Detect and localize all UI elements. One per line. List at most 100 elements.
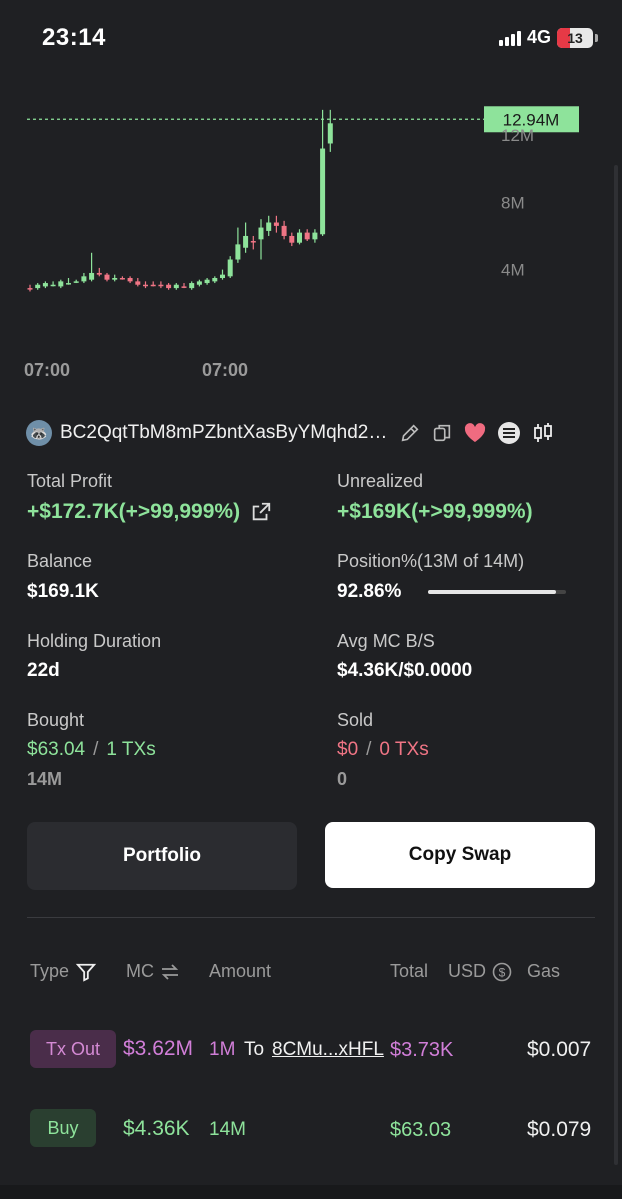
candle-body bbox=[27, 288, 33, 290]
sold-amount: 0 bbox=[337, 769, 348, 789]
col-usd[interactable]: USD $ bbox=[448, 961, 512, 982]
col-total: Total bbox=[390, 961, 428, 982]
type-badge-tx-out: Tx Out bbox=[30, 1030, 116, 1068]
col-mc-label: MC bbox=[126, 961, 154, 981]
divider bbox=[27, 917, 595, 918]
unrealized-label: Unrealized bbox=[337, 471, 424, 491]
copy-icon[interactable] bbox=[431, 422, 453, 444]
battery-icon: 13 bbox=[557, 27, 593, 48]
bought-usd: $63.04 bbox=[27, 739, 86, 760]
dollar-circle-icon[interactable]: $ bbox=[492, 962, 512, 982]
svg-text:$: $ bbox=[499, 965, 506, 979]
wallet-row: 🦝 BC2QqtTbM8mPZbntXasByYMqhd2… bbox=[26, 420, 555, 446]
row-to-label: To bbox=[244, 1039, 265, 1060]
position-progress bbox=[428, 590, 566, 594]
portfolio-button[interactable]: Portfolio bbox=[27, 822, 297, 890]
position-label: Position%(13M of 14M) bbox=[337, 551, 525, 571]
candle-body bbox=[289, 235, 295, 243]
sold-label: Sold bbox=[337, 710, 374, 730]
candle-body bbox=[273, 222, 279, 226]
avatar[interactable]: 🦝 bbox=[26, 420, 52, 446]
edit-icon[interactable] bbox=[399, 422, 421, 444]
position-value: 92.86% bbox=[337, 581, 402, 602]
row-mc: $4.36K bbox=[123, 1117, 190, 1140]
y-tick-label: 4M bbox=[501, 261, 525, 280]
copy-swap-button[interactable]: Copy Swap bbox=[325, 822, 595, 888]
col-total-label: Total bbox=[390, 961, 429, 981]
candle-body bbox=[212, 278, 218, 282]
candle-body bbox=[173, 284, 179, 289]
candle-body bbox=[104, 274, 110, 280]
col-amount-label: Amount bbox=[209, 961, 272, 981]
candle-body bbox=[204, 279, 210, 284]
battery-level: 13 bbox=[567, 29, 583, 46]
row-to-address[interactable]: 8CMu...xHFL bbox=[272, 1039, 384, 1061]
candle-body bbox=[166, 284, 172, 289]
candle-body bbox=[119, 278, 125, 280]
candle-body bbox=[196, 281, 202, 285]
y-tick-label: 8M bbox=[501, 193, 525, 212]
type-badge-buy: Buy bbox=[30, 1109, 96, 1147]
sold-txs: 0 TXs bbox=[379, 739, 429, 760]
candle-body bbox=[297, 232, 302, 243]
unrealized-value: +$169K(+>99,999%) bbox=[337, 500, 533, 523]
candle-body bbox=[89, 272, 95, 280]
col-amount: Amount bbox=[209, 961, 271, 982]
share-icon[interactable] bbox=[250, 501, 272, 523]
total-profit-value: +$172.7K(+>99,999%) bbox=[27, 500, 241, 523]
candle-body bbox=[235, 244, 241, 260]
avg-mc-value: $4.36K/$0.0000 bbox=[337, 660, 473, 681]
heart-icon[interactable] bbox=[463, 422, 487, 444]
candle-body bbox=[127, 278, 133, 282]
candle-body bbox=[143, 284, 148, 287]
position-progress-fill bbox=[428, 590, 557, 594]
col-gas: Gas bbox=[527, 961, 560, 982]
candlestick-icon[interactable] bbox=[531, 421, 555, 445]
candle-body bbox=[73, 281, 79, 283]
separator: / bbox=[366, 739, 372, 760]
row-amount: 1M bbox=[209, 1039, 236, 1060]
network-type: 4G bbox=[526, 27, 551, 47]
col-gas-label: Gas bbox=[527, 961, 561, 981]
row-gas: $0.007 bbox=[527, 1038, 592, 1061]
candle-body bbox=[320, 148, 326, 235]
candle-body bbox=[135, 281, 141, 285]
status-time: 23:14 bbox=[42, 24, 106, 51]
candles-group bbox=[27, 109, 333, 292]
row-total: $63.03 bbox=[390, 1119, 452, 1141]
balance-label: Balance bbox=[27, 551, 93, 571]
candle-body bbox=[266, 222, 272, 231]
col-mc[interactable]: MC bbox=[126, 961, 180, 982]
candle-body bbox=[281, 225, 287, 236]
candle-body bbox=[258, 227, 264, 240]
col-type[interactable]: Type bbox=[30, 961, 97, 982]
candle-body bbox=[96, 272, 102, 275]
solana-icon bbox=[498, 422, 521, 444]
candle-body bbox=[250, 241, 256, 243]
swap-arrows-icon[interactable] bbox=[160, 963, 180, 981]
filter-icon[interactable] bbox=[75, 962, 97, 982]
holding-duration-label: Holding Duration bbox=[27, 631, 162, 651]
row-amount: 14M bbox=[209, 1119, 246, 1140]
wallet-address[interactable]: BC2QqtTbM8mPZbntXasByYMqhd2… bbox=[60, 422, 387, 444]
candle-body bbox=[158, 284, 164, 287]
candle-body bbox=[81, 276, 87, 282]
status-indicators: 4G 13 bbox=[498, 27, 598, 48]
price-chart[interactable]: 12.94M 12M 8M 4M 07:00 07:00 bbox=[0, 80, 622, 390]
balance-value: $169.1K bbox=[27, 581, 99, 602]
sold-usd: $0 bbox=[337, 739, 359, 760]
candle-body bbox=[112, 278, 118, 280]
total-profit-label: Total Profit bbox=[27, 471, 113, 491]
row-mc: $3.62M bbox=[123, 1037, 194, 1060]
candle-body bbox=[42, 283, 48, 287]
bought-label: Bought bbox=[27, 710, 85, 730]
bought-txs: 1 TXs bbox=[106, 739, 156, 760]
candle-body bbox=[312, 232, 318, 240]
bottom-bar bbox=[0, 1185, 622, 1199]
avg-mc-label: Avg MC B/S bbox=[337, 631, 435, 651]
row-total: $3.73K bbox=[390, 1039, 454, 1061]
scrollbar[interactable] bbox=[614, 165, 618, 1165]
candle-body bbox=[58, 281, 64, 287]
candle-body bbox=[35, 284, 41, 289]
holding-duration-value: 22d bbox=[27, 660, 60, 681]
